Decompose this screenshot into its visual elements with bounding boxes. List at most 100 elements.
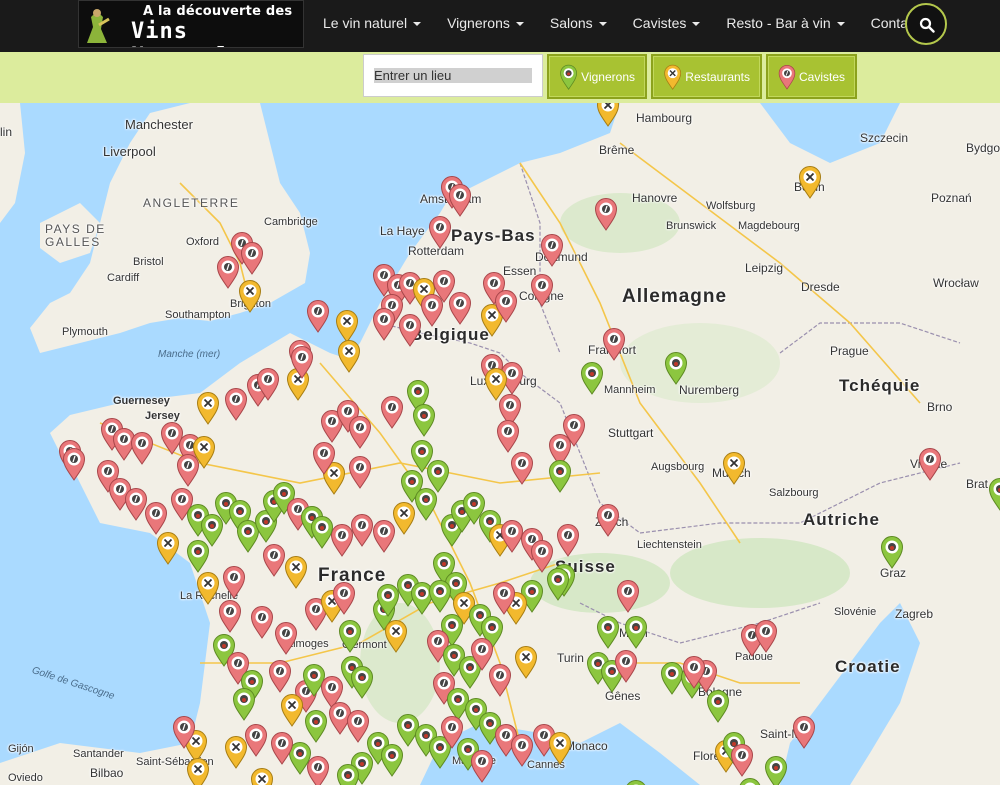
caviste-marker[interactable] [488,663,512,697]
caviste-marker[interactable] [144,501,168,535]
caviste-marker[interactable] [602,327,626,361]
vigneron-marker[interactable] [304,709,328,743]
caviste-marker[interactable] [398,313,422,347]
vigneron-marker[interactable] [706,689,730,723]
caviste-marker[interactable] [372,307,396,341]
vigneron-marker[interactable] [548,459,572,493]
caviste-marker[interactable] [270,731,294,765]
caviste-marker[interactable] [510,733,534,767]
restaurant-marker[interactable] [284,555,308,589]
vigneron-marker[interactable] [412,403,436,437]
vigneron-marker[interactable] [310,515,334,549]
vigneron-marker[interactable] [186,539,210,573]
caviste-marker[interactable] [918,447,942,481]
caviste-marker[interactable] [262,543,286,577]
restaurant-marker[interactable] [250,767,274,785]
caviste-marker[interactable] [792,715,816,749]
vigneron-marker[interactable] [338,619,362,653]
caviste-marker[interactable] [348,415,372,449]
nav-salons[interactable]: Salons [537,0,620,48]
caviste-marker[interactable] [62,447,86,481]
caviste-marker[interactable] [540,233,564,267]
restaurant-marker[interactable] [156,531,180,565]
restaurant-marker[interactable] [238,279,262,313]
caviste-marker[interactable] [614,649,638,683]
restaurant-marker[interactable] [798,165,822,199]
vigneron-marker[interactable] [232,687,256,721]
restaurant-marker[interactable] [337,339,361,373]
vigneron-marker[interactable] [596,615,620,649]
nav-le-vin-naturel[interactable]: Le vin naturel [310,0,434,48]
caviste-marker[interactable] [562,413,586,447]
vigneron-marker[interactable] [336,763,360,785]
restaurant-marker[interactable] [335,309,359,343]
caviste-marker[interactable] [224,387,248,421]
vigneron-marker[interactable] [738,777,762,785]
caviste-marker[interactable] [372,519,396,553]
caviste-marker[interactable] [290,345,314,379]
filter-vignerons-button[interactable]: Vignerons [547,54,647,99]
vigneron-marker[interactable] [380,743,404,777]
vigneron-marker[interactable] [428,579,452,613]
caviste-marker[interactable] [470,749,494,783]
caviste-marker[interactable] [346,709,370,743]
nav-vignerons[interactable]: Vignerons [434,0,537,48]
caviste-marker[interactable] [428,215,452,249]
caviste-marker[interactable] [380,395,404,429]
place-search-input[interactable] [363,54,543,97]
caviste-marker[interactable] [754,619,778,653]
restaurant-marker[interactable] [384,619,408,653]
caviste-marker[interactable] [268,659,292,693]
caviste-marker[interactable] [312,441,336,475]
vigneron-marker[interactable] [764,755,788,785]
caviste-marker[interactable] [556,523,580,557]
filter-cavistes-button[interactable]: Cavistes [766,54,857,99]
restaurant-marker[interactable] [722,451,746,485]
caviste-marker[interactable] [222,565,246,599]
caviste-marker[interactable] [176,453,200,487]
caviste-marker[interactable] [256,367,280,401]
vigneron-marker[interactable] [664,351,688,385]
site-logo[interactable]: A la découverte des Vins Naturels [78,0,304,48]
caviste-marker[interactable] [218,599,242,633]
vigneron-marker[interactable] [988,477,1000,511]
caviste-marker[interactable] [130,431,154,465]
caviste-marker[interactable] [496,419,520,453]
caviste-marker[interactable] [332,581,356,615]
vigneron-marker[interactable] [624,779,648,785]
caviste-marker[interactable] [682,655,706,689]
caviste-marker[interactable] [616,579,640,613]
restaurant-marker[interactable] [186,757,210,785]
vigneron-marker[interactable] [580,361,604,395]
nav-cavistes[interactable]: Cavistes [620,0,714,48]
caviste-marker[interactable] [216,255,240,289]
restaurant-marker[interactable] [514,645,538,679]
caviste-marker[interactable] [530,273,554,307]
restaurant-marker[interactable] [280,693,304,727]
restaurant-marker[interactable] [196,571,220,605]
restaurant-marker[interactable] [224,735,248,769]
caviste-marker[interactable] [448,291,472,325]
restaurant-marker[interactable] [548,731,572,765]
restaurant-marker[interactable] [596,103,620,127]
caviste-marker[interactable] [274,621,298,655]
caviste-marker[interactable] [240,241,264,275]
search-button[interactable] [905,3,947,45]
caviste-marker[interactable] [494,289,518,323]
caviste-marker[interactable] [596,503,620,537]
caviste-marker[interactable] [250,605,274,639]
vigneron-marker[interactable] [350,665,374,699]
vigneron-marker[interactable] [546,567,570,601]
caviste-marker[interactable] [510,451,534,485]
caviste-marker[interactable] [448,183,472,217]
restaurant-marker[interactable] [196,391,220,425]
caviste-marker[interactable] [730,743,754,777]
caviste-marker[interactable] [306,299,330,333]
vigneron-marker[interactable] [624,615,648,649]
filter-restaurants-button[interactable]: Restaurants [651,54,762,99]
map-area[interactable]: lin Manchester Liverpool ANGLETERRE PAYS… [0,103,1000,785]
caviste-marker[interactable] [348,455,372,489]
caviste-marker[interactable] [172,715,196,749]
vigneron-marker[interactable] [414,487,438,521]
caviste-marker[interactable] [492,581,516,615]
